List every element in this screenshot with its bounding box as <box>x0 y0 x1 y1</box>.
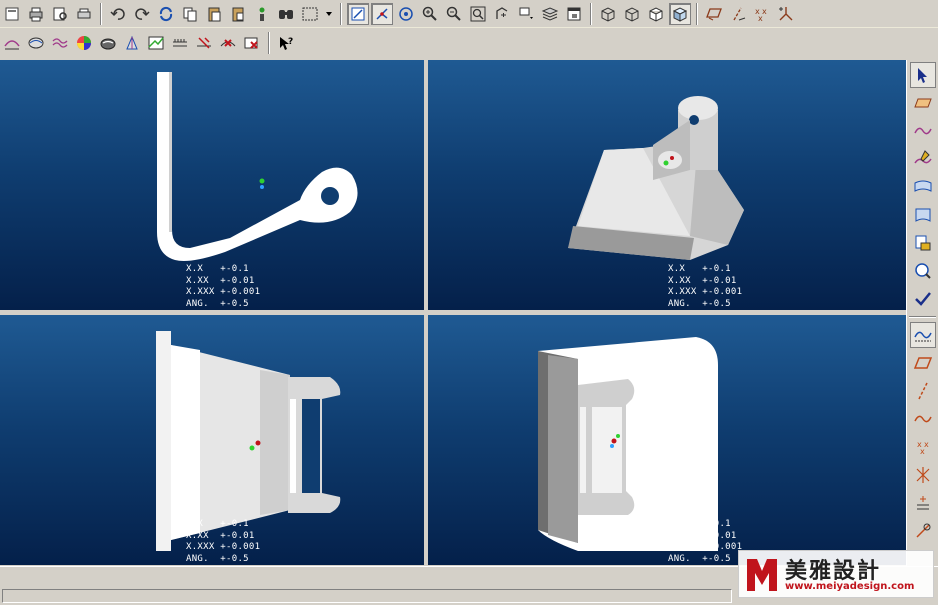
curvature-icon[interactable] <box>25 32 47 54</box>
no-hidden-icon[interactable] <box>645 3 667 25</box>
window-icon[interactable] <box>563 3 585 25</box>
svg-text:x: x <box>758 14 763 23</box>
tolerance-table-bottom-right: X.X +-0.1 X.XX +-0.01 X.XXX +-0.001 ANG. +-… <box>668 519 743 564</box>
fit-icon[interactable] <box>467 3 489 25</box>
model-tree-icon[interactable] <box>251 3 273 25</box>
print-preview-icon[interactable] <box>49 3 71 25</box>
draft-icon[interactable] <box>121 32 143 54</box>
select-box-icon[interactable] <box>299 3 321 25</box>
datum-plane-icon[interactable] <box>910 350 936 376</box>
print-icon[interactable] <box>25 3 47 25</box>
toolbar-separator <box>268 32 270 54</box>
main-toolbar: xxx <box>0 0 938 28</box>
hidden-line-icon[interactable] <box>621 3 643 25</box>
datum-planes-icon[interactable] <box>703 3 725 25</box>
datum-curve-icon[interactable] <box>910 322 936 348</box>
dihedral-icon[interactable] <box>193 32 215 54</box>
message-area <box>2 589 732 603</box>
surface-analysis-icon[interactable] <box>1 32 23 54</box>
shading-icon[interactable] <box>669 2 691 25</box>
cad-application-window: xxx ? X.X +-0.1 X.XX +-0.01 X.XXX +-0.00… <box>0 0 938 605</box>
find-icon[interactable] <box>275 3 297 25</box>
toolbar-separator <box>340 2 342 25</box>
analysis-toolbar: ? <box>0 29 340 57</box>
toolbar-separator <box>590 2 592 25</box>
regenerate-icon[interactable] <box>155 3 177 25</box>
surface-icon[interactable] <box>910 174 936 200</box>
paste-icon[interactable] <box>203 3 225 25</box>
reflection-icon[interactable] <box>97 32 119 54</box>
tolerance-table-bottom-left: X.X +-0.1 X.XX +-0.01 X.XXX +-0.001 ANG. +-… <box>186 519 261 564</box>
checkmark-icon[interactable] <box>910 286 936 312</box>
zoom-in-icon[interactable] <box>419 3 441 25</box>
plane-icon[interactable] <box>910 90 936 116</box>
viewport-top-left[interactable]: X.X +-0.1 X.XX +-0.01 X.XXX +-0.001 ANG. +-… <box>0 60 424 310</box>
svg-text:x: x <box>762 7 767 16</box>
bracket-back-view <box>538 337 718 551</box>
dropdown-arrow-icon[interactable] <box>323 3 335 25</box>
svg-text:x: x <box>924 440 929 449</box>
svg-text:?: ? <box>288 37 293 47</box>
tolerance-table-top-left: X.X +-0.1 X.XX +-0.01 X.XXX +-0.001 ANG. +-… <box>186 264 261 309</box>
layers-icon[interactable] <box>539 3 561 25</box>
zoom-out-icon[interactable] <box>443 3 465 25</box>
paste-special-icon[interactable] <box>227 3 249 25</box>
copy-icon[interactable] <box>179 3 201 25</box>
watermark-logo-icon <box>747 559 777 591</box>
datum-curve2-icon[interactable] <box>910 406 936 432</box>
whats-this-icon[interactable]: ? <box>275 32 297 54</box>
toolbar-separator <box>696 2 698 25</box>
coord-icon[interactable] <box>910 490 936 516</box>
deviation2-icon[interactable] <box>241 32 263 54</box>
feature-toolbar: xxx <box>906 60 938 566</box>
analysis-icon[interactable] <box>910 518 936 544</box>
shade-analysis-icon[interactable] <box>73 32 95 54</box>
repaint-icon[interactable] <box>347 2 369 25</box>
sketch-icon[interactable] <box>910 146 936 172</box>
datum-axes-icon[interactable] <box>727 3 749 25</box>
orient-icon[interactable] <box>395 3 417 25</box>
slope-icon[interactable] <box>145 32 167 54</box>
svg-text:x: x <box>920 447 925 456</box>
watermark: 美雅設計 www.meiyadesign.com <box>738 550 934 598</box>
view-list-icon[interactable] <box>515 3 537 25</box>
curve-icon[interactable] <box>910 118 936 144</box>
boundary-surface-icon[interactable] <box>910 202 936 228</box>
datum-point-field-icon[interactable] <box>910 462 936 488</box>
viewport-top-right[interactable]: X.X +-0.1 X.XX +-0.01 X.XXX +-0.001 ANG. +-… <box>428 60 906 310</box>
section-icon[interactable] <box>49 32 71 54</box>
tolerance-table-top-right: X.X +-0.1 X.XX +-0.01 X.XXX +-0.001 ANG. +-… <box>668 264 743 309</box>
blend-icon[interactable] <box>910 230 936 256</box>
datum-points-icon[interactable]: xxx <box>751 3 773 25</box>
undo-icon[interactable] <box>107 3 129 25</box>
watermark-url: www.meiyadesign.com <box>785 581 915 592</box>
bracket-isometric-view <box>568 96 744 260</box>
coord-sys-icon[interactable] <box>775 3 797 25</box>
view-saved-icon[interactable] <box>491 3 513 25</box>
toolbar-separator <box>909 316 936 318</box>
file-new-icon[interactable] <box>1 3 23 25</box>
viewport-area: X.X +-0.1 X.XX +-0.01 X.XXX +-0.001 ANG. +-… <box>0 60 906 566</box>
wireframe-icon[interactable] <box>597 3 619 25</box>
spin-center-icon[interactable] <box>371 2 393 25</box>
datum-axis-icon[interactable] <box>910 378 936 404</box>
viewport-bottom-right[interactable]: X.X +-0.1 X.XX +-0.01 X.XXX +-0.001 ANG. +-… <box>428 315 906 565</box>
viewport-bottom-left[interactable]: X.X +-0.1 X.XX +-0.01 X.XXX +-0.001 ANG. +-… <box>0 315 424 565</box>
print-setup-icon[interactable] <box>73 3 95 25</box>
query-icon[interactable] <box>910 258 936 284</box>
deviation-icon[interactable] <box>217 32 239 54</box>
offset-icon[interactable] <box>169 32 191 54</box>
toolbar-separator <box>100 2 102 25</box>
redo-icon[interactable] <box>131 3 153 25</box>
datum-point-icon[interactable]: xxx <box>910 434 936 460</box>
select-arrow-icon[interactable] <box>910 62 936 88</box>
